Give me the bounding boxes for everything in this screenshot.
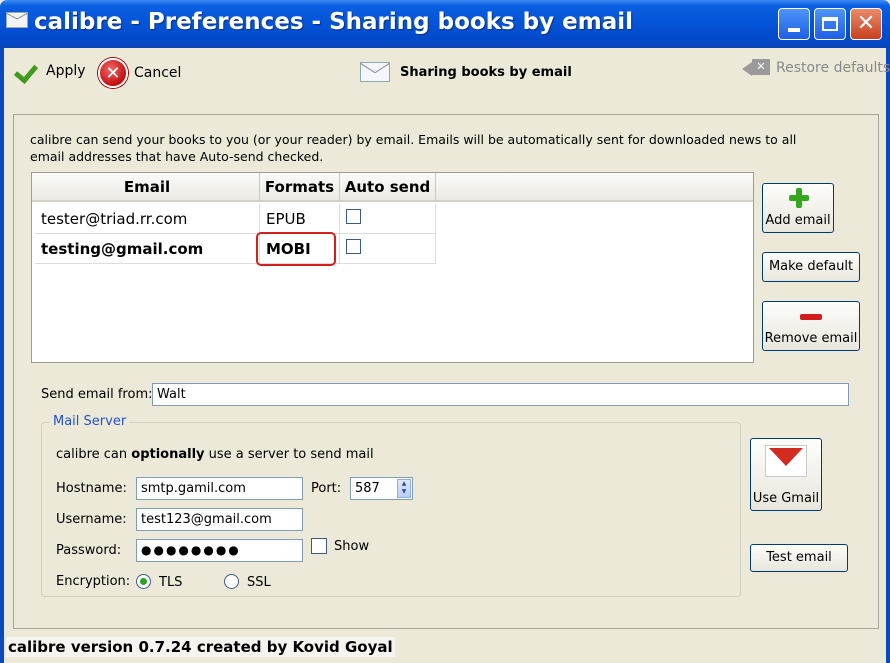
send-from-label: Send email from: bbox=[41, 387, 153, 402]
cancel-x-icon: ✕ bbox=[98, 58, 128, 88]
mail-server-title: Mail Server bbox=[50, 414, 130, 429]
restore-label: Restore defaults bbox=[776, 60, 890, 76]
minus-icon bbox=[800, 314, 822, 320]
ssl-label: SSL bbox=[247, 575, 271, 590]
apply-label: Apply bbox=[46, 63, 86, 79]
auto-send-cell bbox=[340, 234, 436, 264]
email-table[interactable]: Email Formats Auto send tester@triad.rr.… bbox=[31, 172, 754, 363]
show-password-label: Show bbox=[334, 539, 370, 554]
auto-send-cell bbox=[340, 204, 436, 234]
auto-send-checkbox[interactable] bbox=[346, 209, 361, 224]
window-frame-right bbox=[886, 48, 890, 663]
show-password-checkbox[interactable] bbox=[311, 538, 327, 554]
column-header-formats[interactable]: Formats bbox=[260, 173, 340, 202]
status-text: calibre version 0.7.24 created by Kovid … bbox=[6, 637, 395, 657]
section-header: Sharing books by email bbox=[360, 62, 572, 82]
envelope-icon bbox=[6, 12, 28, 28]
cancel-label: Cancel bbox=[134, 65, 182, 81]
email-cell[interactable]: testing@gmail.com bbox=[35, 234, 260, 264]
make-default-button[interactable]: Make default bbox=[762, 252, 860, 282]
formats-cell[interactable]: EPUB bbox=[260, 204, 340, 234]
ssl-radio[interactable] bbox=[224, 574, 239, 589]
close-button[interactable]: ✕ bbox=[850, 8, 882, 40]
plus-icon bbox=[789, 188, 809, 208]
maximize-icon bbox=[822, 17, 838, 31]
username-label: Username: bbox=[56, 512, 127, 527]
add-email-label: Add email bbox=[765, 213, 831, 228]
mail-server-group: Mail Server calibre can optionally use a… bbox=[41, 414, 741, 597]
tls-radio[interactable] bbox=[136, 574, 151, 589]
hostname-input[interactable]: smtp.gamil.com bbox=[136, 477, 303, 500]
port-label: Port: bbox=[311, 481, 342, 496]
section-title: Sharing books by email bbox=[400, 64, 572, 80]
remove-email-button[interactable]: Remove email bbox=[762, 301, 860, 351]
minimize-icon bbox=[788, 28, 800, 32]
preferences-panel: calibre can send your books to you (or y… bbox=[13, 114, 879, 629]
spin-arrows-icon[interactable]: ▲ ▼ bbox=[397, 479, 411, 498]
port-spinbox[interactable]: 587 ▲ ▼ bbox=[350, 477, 413, 500]
window-title: calibre - Preferences - Sharing books by… bbox=[34, 9, 633, 35]
password-input[interactable]: ●●●●●●●● bbox=[136, 539, 303, 562]
password-label: Password: bbox=[56, 543, 122, 558]
port-value: 587 bbox=[355, 481, 380, 496]
eraser-icon bbox=[742, 58, 770, 78]
maximize-button[interactable] bbox=[814, 8, 846, 40]
use-gmail-button[interactable]: Use Gmail bbox=[750, 438, 822, 511]
gmail-icon bbox=[765, 445, 807, 477]
close-icon: ✕ bbox=[856, 11, 876, 36]
hostname-label: Hostname: bbox=[56, 481, 127, 496]
status-bar: calibre version 0.7.24 created by Kovid … bbox=[4, 635, 886, 663]
minimize-button[interactable] bbox=[778, 8, 810, 40]
toolbar: Apply ✕ Cancel Sharing books by email Re… bbox=[4, 48, 890, 100]
column-header-email[interactable]: Email bbox=[35, 173, 260, 202]
email-cell[interactable]: tester@triad.rr.com bbox=[35, 204, 260, 234]
add-email-button[interactable]: Add email bbox=[762, 183, 834, 233]
remove-email-label: Remove email bbox=[764, 331, 858, 346]
envelope-icon bbox=[360, 62, 390, 82]
test-email-button[interactable]: Test email bbox=[750, 544, 848, 572]
cancel-button[interactable]: ✕ Cancel bbox=[98, 58, 181, 88]
column-header-auto-send[interactable]: Auto send bbox=[340, 173, 436, 202]
table-header: Email Formats Auto send bbox=[32, 173, 753, 202]
apply-button[interactable]: Apply bbox=[14, 58, 86, 84]
restore-defaults-button[interactable]: Restore defaults bbox=[742, 58, 890, 78]
encryption-label: Encryption: bbox=[56, 574, 131, 589]
intro-post: use a server to send mail bbox=[204, 447, 374, 462]
tls-label: TLS bbox=[159, 575, 183, 590]
username-input[interactable]: test123@gmail.com bbox=[136, 508, 303, 531]
title-bar: calibre - Preferences - Sharing books by… bbox=[0, 0, 890, 48]
intro-bold: optionally bbox=[131, 447, 205, 462]
use-gmail-label: Use Gmail bbox=[752, 491, 820, 506]
send-from-input[interactable]: Walt bbox=[152, 383, 849, 406]
window-frame-left bbox=[0, 48, 4, 663]
auto-send-checkbox[interactable] bbox=[346, 239, 361, 254]
format-edit-highlight bbox=[256, 232, 336, 266]
intro-text: calibre can send your books to you (or y… bbox=[30, 132, 797, 164]
mail-server-intro: calibre can optionally use a server to s… bbox=[56, 447, 374, 462]
checkmark-icon bbox=[14, 58, 40, 84]
intro-pre: calibre can bbox=[56, 447, 132, 462]
